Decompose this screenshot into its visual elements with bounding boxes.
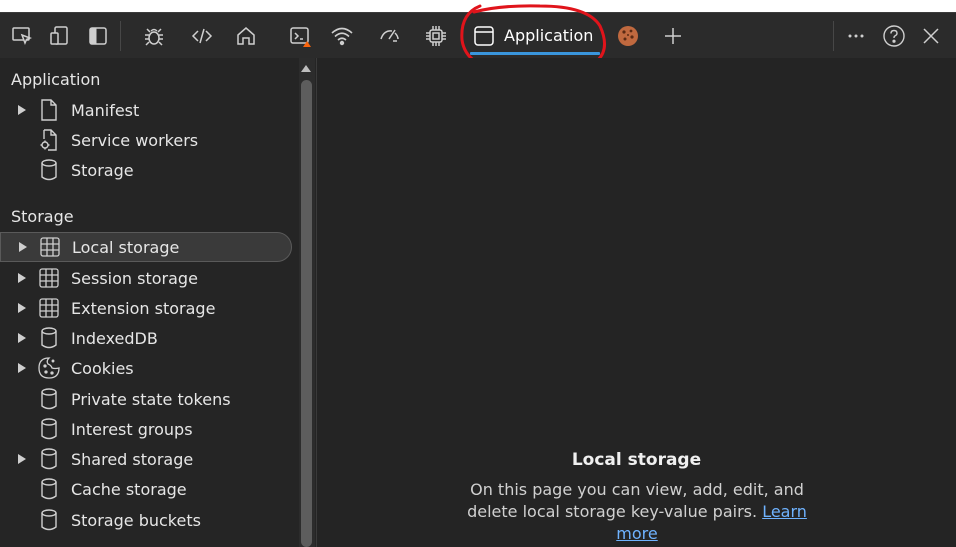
empty-state-text: On this page you can view, add, edit, an… [467, 480, 804, 521]
sidebar-item-label: IndexedDB [71, 328, 158, 348]
expand-arrow-icon[interactable] [17, 272, 27, 284]
devtools-toolbar: Application [0, 13, 956, 58]
expand-arrow-icon[interactable] [18, 241, 28, 253]
database-icon [38, 159, 60, 181]
database-icon [38, 478, 60, 500]
sidebar-item-cookies[interactable]: Cookies [0, 353, 290, 383]
sidebar-item-interest-groups[interactable]: Interest groups [0, 414, 290, 444]
close-icon[interactable] [913, 13, 949, 58]
database-icon [38, 418, 60, 440]
console-icon[interactable] [282, 13, 318, 58]
section-title-storage: Storage [11, 207, 74, 226]
sidebar-item-extension-storage[interactable]: Extension storage [0, 293, 290, 323]
sidebar-item-label: Private state tokens [71, 389, 231, 409]
sidebar-item-label: Shared storage [71, 449, 194, 469]
tab-application[interactable]: Application [466, 13, 604, 58]
inspect-icon[interactable] [4, 13, 40, 58]
scroll-up-arrow-icon[interactable] [299, 62, 313, 74]
sidebar: Application Manifest Service workers Sto… [0, 58, 316, 547]
cookie-outline-icon [38, 357, 60, 379]
memory-icon[interactable] [418, 13, 454, 58]
sidebar-item-indexeddb[interactable]: IndexedDB [0, 323, 290, 353]
application-icon [472, 24, 496, 48]
sidebar-item-label: Storage [71, 160, 134, 180]
section-title-application: Application [11, 70, 101, 89]
document-icon [38, 99, 60, 121]
sidebar-item-storage[interactable]: Storage [0, 155, 290, 185]
device-emulation-icon[interactable] [42, 13, 78, 58]
database-icon [38, 388, 60, 410]
empty-state-description: On this page you can view, add, edit, an… [457, 479, 817, 545]
sidebar-item-local-storage[interactable]: Local storage [0, 232, 292, 262]
sidebar-item-cache-storage[interactable]: Cache storage [0, 474, 290, 504]
active-tab-indicator [470, 52, 600, 55]
sidebar-item-label: Local storage [72, 237, 180, 257]
expand-arrow-icon[interactable] [17, 332, 27, 344]
help-icon[interactable] [876, 13, 912, 58]
sidebar-item-manifest[interactable]: Manifest [0, 95, 290, 125]
sidebar-item-private-state-tokens[interactable]: Private state tokens [0, 384, 290, 414]
toolbar-separator [120, 21, 121, 51]
code-icon[interactable] [184, 13, 220, 58]
sidebar-item-label: Service workers [71, 130, 199, 150]
sidebar-item-service-workers[interactable]: Service workers [0, 125, 290, 155]
expand-arrow-icon[interactable] [17, 362, 27, 374]
expand-arrow-icon[interactable] [17, 453, 27, 465]
gear-document-icon [38, 129, 60, 151]
sidebar-item-label: Manifest [71, 100, 140, 120]
sidebar-item-session-storage[interactable]: Session storage [0, 263, 290, 293]
main-panel: Local storage On this page you can view,… [317, 58, 956, 547]
wifi-icon[interactable] [324, 13, 360, 58]
sidebar-item-label: Session storage [71, 268, 198, 288]
sidebar-item-label: Interest groups [71, 419, 193, 439]
window-top-edge [0, 0, 956, 12]
cookie-icon[interactable] [610, 13, 646, 58]
database-icon [38, 448, 60, 470]
database-icon [38, 327, 60, 349]
grid-icon [38, 297, 60, 319]
bug-icon[interactable] [136, 13, 172, 58]
plus-icon[interactable] [655, 13, 691, 58]
sidebar-item-label: Extension storage [71, 298, 216, 318]
sidebar-item-label: Cookies [71, 358, 134, 378]
grid-icon [39, 236, 61, 258]
sidebar-item-label: Cache storage [71, 479, 187, 499]
dock-side-icon[interactable] [80, 13, 116, 58]
expand-arrow-icon[interactable] [17, 302, 27, 314]
database-icon [38, 509, 60, 531]
tab-application-label: Application [504, 26, 594, 45]
performance-icon[interactable] [372, 13, 408, 58]
sidebar-item-shared-storage[interactable]: Shared storage [0, 444, 290, 474]
toolbar-separator [833, 21, 834, 51]
empty-state-title: Local storage [571, 450, 702, 470]
expand-arrow-icon[interactable] [17, 104, 27, 116]
sidebar-item-storage-buckets[interactable]: Storage buckets [0, 505, 290, 535]
more-icon[interactable] [838, 13, 874, 58]
sidebar-item-label: Storage buckets [71, 510, 201, 530]
scrollbar-thumb[interactable] [301, 80, 312, 547]
home-icon[interactable] [228, 13, 264, 58]
grid-icon [38, 267, 60, 289]
